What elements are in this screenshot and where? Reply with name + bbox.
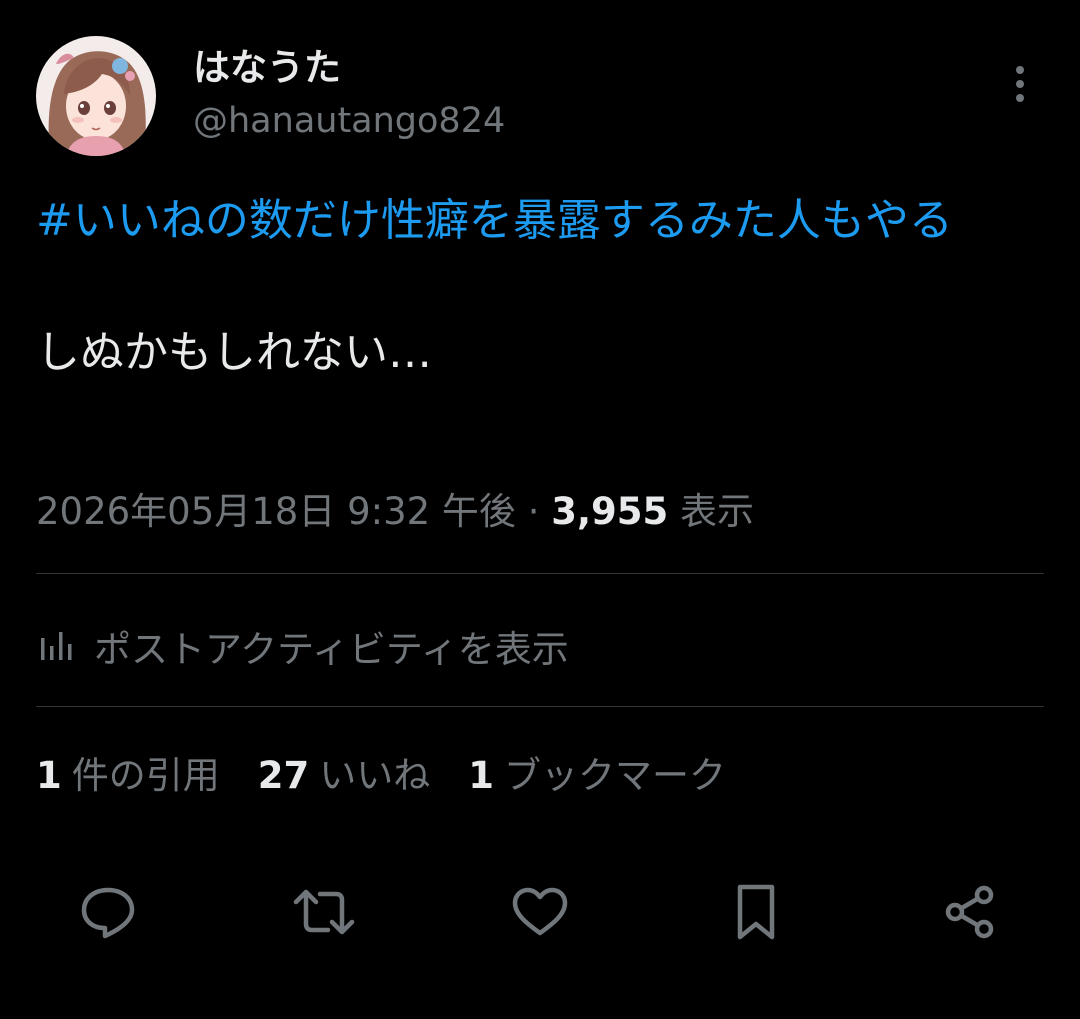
- likes-count: 27: [257, 754, 310, 797]
- likes-label: いいね: [319, 754, 431, 797]
- views-count: 3,955: [551, 490, 669, 533]
- more-options-button[interactable]: [1000, 60, 1040, 108]
- hashtag-link[interactable]: #いいねの数だけ性癖を暴露するみた人もやる: [36, 195, 953, 246]
- bookmarks-stat[interactable]: 1 ブックマーク: [468, 750, 726, 802]
- views-label: 表示: [680, 490, 755, 533]
- bookmarks-count: 1: [468, 754, 494, 797]
- timestamp[interactable]: 2026年05月18日 9:32 午後: [36, 490, 516, 533]
- user-handle[interactable]: @hanautango824: [193, 100, 505, 142]
- quotes-stat[interactable]: 1 件の引用: [36, 750, 220, 802]
- like-button[interactable]: [500, 872, 580, 952]
- bookmark-button[interactable]: [716, 872, 796, 952]
- more-vertical-icon: [1016, 66, 1024, 102]
- share-icon: [945, 885, 994, 939]
- quotes-count: 1: [36, 754, 62, 797]
- display-name[interactable]: はなうた: [193, 46, 341, 90]
- view-post-activity-button[interactable]: ポストアクティビティを表示: [36, 618, 569, 674]
- engagement-stats: 1 件の引用 27 いいね 1 ブックマーク: [36, 750, 764, 802]
- reply-icon: [81, 887, 135, 939]
- retweet-button[interactable]: [284, 872, 364, 952]
- avatar-image: [36, 36, 156, 156]
- quotes-label: 件の引用: [71, 754, 220, 797]
- share-button[interactable]: [930, 872, 1010, 952]
- bar-chart-icon: [41, 632, 72, 660]
- tweet-meta: 2026年05月18日 9:32 午後 · 3,955 表示: [36, 488, 754, 536]
- divider: [36, 706, 1044, 707]
- bookmark-icon: [737, 884, 775, 940]
- reply-button[interactable]: [68, 872, 148, 952]
- meta-separator: ·: [527, 490, 540, 533]
- tweet-text: #いいねの数だけ性癖を暴露するみた人もやる しぬかもしれない…: [36, 188, 1046, 386]
- like-icon: [512, 887, 568, 936]
- bookmarks-label: ブックマーク: [504, 754, 726, 797]
- action-bar: [0, 872, 1080, 952]
- post-activity-label: ポストアクティビティを表示: [94, 628, 569, 671]
- retweet-icon: [293, 889, 355, 935]
- divider: [36, 573, 1044, 574]
- avatar[interactable]: [36, 36, 156, 156]
- tweet-body: しぬかもしれない…: [36, 327, 432, 378]
- likes-stat[interactable]: 27 いいね: [258, 750, 431, 802]
